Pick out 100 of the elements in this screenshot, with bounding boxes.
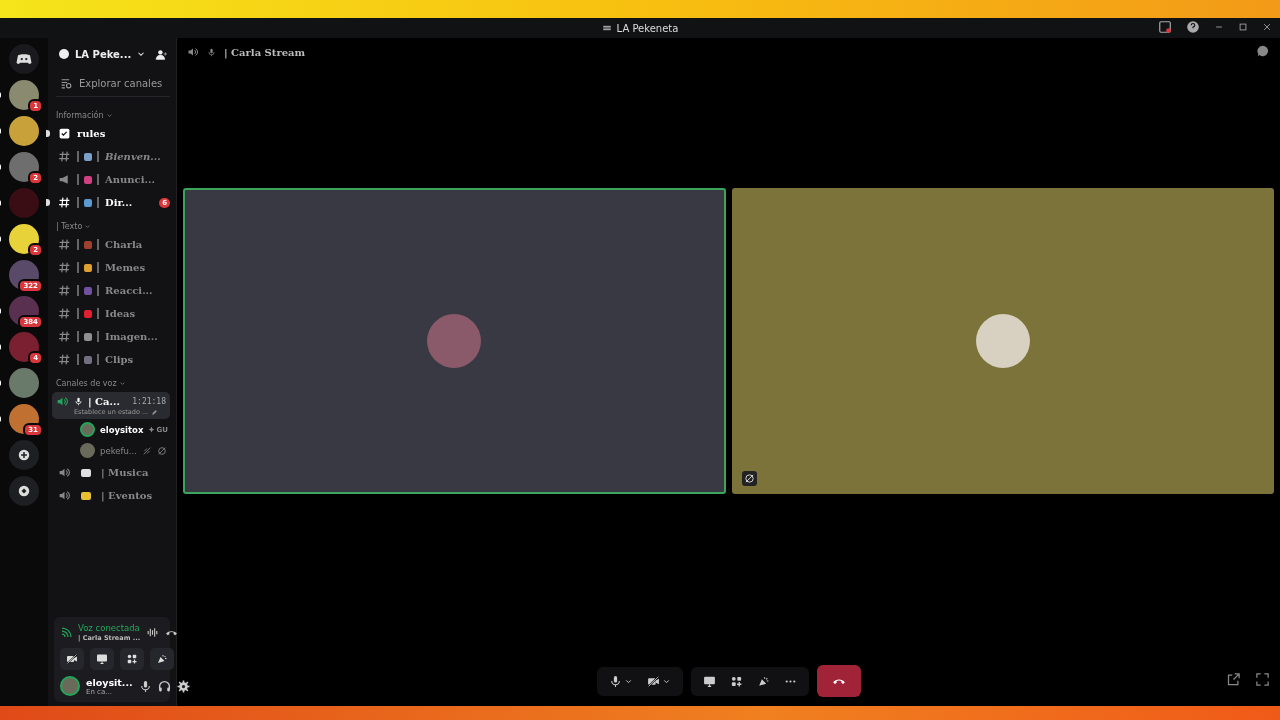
channel-item[interactable]: Clips [56, 348, 170, 371]
home-button[interactable] [9, 44, 39, 74]
server-icon[interactable] [9, 224, 39, 254]
chevron-icon [84, 223, 92, 230]
deafened-icon [156, 445, 167, 456]
chevron-icon [105, 112, 113, 119]
speaker-icon [58, 489, 71, 502]
settings-button[interactable] [176, 679, 190, 693]
category-label[interactable]: Información [56, 111, 104, 120]
waveform-icon [146, 626, 160, 639]
inbox-icon [1158, 20, 1172, 34]
invite-icon [155, 47, 168, 61]
channel-item[interactable]: rules [56, 122, 170, 145]
channel-item[interactable]: Charla [56, 233, 170, 256]
screen-icon [702, 674, 716, 688]
emoji-icon [77, 331, 99, 342]
signal-icon [60, 626, 72, 639]
channel-name: | Ca... [88, 396, 120, 407]
screen-share-button[interactable] [90, 648, 114, 670]
add-server-button[interactable] [9, 440, 39, 470]
speaker-icon [58, 466, 71, 479]
maximize-icon [1238, 22, 1248, 32]
emoji-icon [77, 239, 99, 250]
connection-status: Voz conectada [78, 623, 141, 633]
server-icon[interactable] [9, 116, 39, 146]
discover-button[interactable] [9, 476, 39, 506]
user-avatar [427, 314, 482, 368]
fullscreen-icon [1255, 672, 1270, 687]
hash-icon [58, 353, 71, 366]
hash-icon [58, 238, 71, 251]
mic-icon [207, 47, 216, 57]
window-title: LA Pekeneta [616, 22, 679, 34]
server-icon [601, 23, 612, 33]
channel-item[interactable]: Bienven... [56, 145, 170, 168]
close-icon [1262, 22, 1272, 32]
effects-button[interactable] [150, 648, 174, 670]
popout-icon [1226, 672, 1241, 687]
sparkle-icon [756, 674, 770, 688]
category-label[interactable]: Canales de voz [56, 379, 117, 388]
hash-icon [58, 307, 71, 320]
speaker-icon [187, 46, 199, 58]
hash-icon [58, 284, 71, 297]
mute-button[interactable] [138, 679, 152, 693]
plus-icon [17, 448, 31, 462]
muted-icon [141, 445, 152, 456]
soundboard-button[interactable] [146, 626, 160, 639]
channel-item[interactable]: Imagen... [56, 325, 170, 348]
tag-icon [148, 426, 156, 433]
deafen-button[interactable] [157, 679, 171, 693]
channel-item[interactable]: Memes [56, 256, 170, 279]
hash-icon [58, 150, 71, 163]
compass-icon [17, 484, 31, 498]
emoji-icon [77, 174, 99, 185]
apps-icon [126, 653, 138, 665]
mic-icon [74, 397, 83, 406]
hash-icon [58, 261, 71, 274]
video-tile[interactable] [183, 188, 726, 494]
username: eloysit... [86, 676, 133, 688]
list-search-icon [60, 76, 73, 90]
emoji-icon [77, 285, 99, 296]
activities-button[interactable] [120, 648, 144, 670]
emoji-icon [77, 308, 99, 319]
checklist-icon [58, 127, 71, 140]
speaker-icon [56, 395, 69, 408]
video-tile[interactable] [731, 188, 1274, 494]
hash-icon [58, 330, 71, 343]
chevron-icon [118, 380, 126, 387]
chat-icon [1256, 44, 1270, 58]
megaphone-icon [58, 173, 71, 186]
emoji-icon [77, 262, 99, 273]
unread-indicator [46, 130, 50, 137]
camera-off-icon [66, 653, 78, 665]
camera-button[interactable] [60, 648, 84, 670]
elapsed-time: 1:21:18 [132, 397, 166, 406]
voice-user[interactable]: pekefu... [56, 440, 170, 461]
pencil-icon [151, 408, 159, 416]
channel-item[interactable]: Anunci... [56, 168, 170, 191]
emoji-icon [77, 197, 99, 208]
channel-title: | Carla Stream [224, 46, 306, 58]
category-label[interactable]: | Texto [56, 222, 83, 231]
channel-item[interactable]: Ideas [56, 302, 170, 325]
mic-icon [608, 674, 622, 688]
explore-channels[interactable]: Explorar canales [56, 70, 170, 97]
voice-channel[interactable]: | Eventos [56, 484, 170, 507]
sparkle-icon [156, 653, 168, 665]
unread-indicator [46, 199, 50, 206]
camera-off-icon [646, 674, 660, 688]
mic-icon [138, 679, 152, 693]
server-name[interactable]: LA Peke... [75, 48, 132, 60]
headphones-icon [157, 679, 171, 693]
channel-item[interactable]: Reacci... [56, 279, 170, 302]
apps-icon [729, 674, 743, 688]
user-avatar [975, 314, 1030, 368]
deafened-icon [743, 473, 755, 484]
voice-channel[interactable]: | Musica [56, 461, 170, 484]
hash-icon [58, 196, 71, 209]
user-avatar[interactable] [60, 676, 80, 696]
server-badge-icon [58, 48, 70, 60]
screen-icon [96, 653, 108, 665]
emoji-icon [77, 151, 99, 162]
